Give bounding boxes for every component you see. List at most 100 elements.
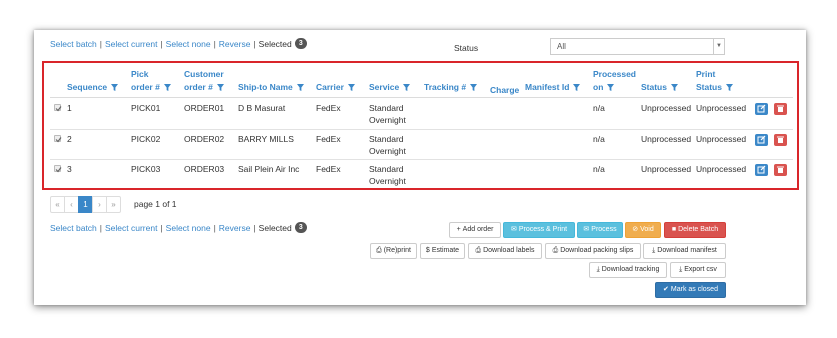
button-label: Void [640,226,654,233]
funnel-icon[interactable] [573,84,581,92]
reprint-button[interactable]: ⎙ (Re)print [370,243,417,259]
select-current-link[interactable]: Select current [105,39,157,49]
edit-icon [757,165,766,174]
edit-button[interactable] [755,134,768,146]
process-button[interactable]: ✉ Process [577,222,623,238]
printer-icon: ⎙ [376,247,382,254]
col-header-service[interactable]: Service [369,81,411,94]
funnel-icon[interactable] [403,84,411,92]
next-page-button[interactable]: › [92,196,107,213]
dollar-icon: $ [425,247,430,254]
reverse-link[interactable]: Reverse [219,39,251,49]
cell-ship-to-name: BARRY MILLS [238,134,294,144]
col-header-sequence[interactable]: Sequence [67,81,119,94]
printer-icon: ⎙ [475,247,482,254]
status-filter-value: All [557,42,566,51]
delete-button[interactable] [774,164,787,176]
col-header-status[interactable]: Status [641,81,678,94]
select-none-link[interactable]: Select none [166,223,211,233]
table-row[interactable]: 2 PICK02 ORDER02 BARRY MILLS FedEx Stand… [50,131,793,161]
select-batch-link[interactable]: Select batch [50,39,97,49]
select-batch-link[interactable]: Select batch [50,223,97,233]
funnel-icon[interactable] [470,84,478,92]
table-row[interactable]: 1 PICK01 ORDER01 D B Masurat FedEx Stand… [50,100,793,130]
row-checkbox[interactable] [54,104,62,112]
status-filter-select[interactable]: All ▼ [550,38,725,55]
button-label: Process & Print [518,226,568,233]
service-line: Standard [369,134,404,144]
select-none-link[interactable]: Select none [166,39,211,49]
funnel-icon[interactable] [347,84,355,92]
funnel-icon[interactable] [216,84,224,92]
add-order-button[interactable]: + Add order [449,222,501,238]
funnel-icon[interactable] [607,84,615,92]
mark-as-closed-button[interactable]: ✔ Mark as closed [655,282,726,298]
col-header-carrier[interactable]: Carrier [316,81,355,94]
export-csv-button[interactable]: ⤓ Export csv [670,262,726,278]
cell-carrier: FedEx [316,103,341,113]
button-label: Download manifest [657,247,717,254]
col-header-manifest-id[interactable]: Manifest Id [525,81,581,94]
funnel-icon[interactable] [163,84,171,92]
separator: | [160,222,163,233]
col-header-print-status[interactable]: Print Status [696,68,733,94]
separator: | [99,222,102,233]
edit-icon [757,104,766,113]
cell-customer-order: ORDER01 [184,103,225,113]
trash-icon: ■ [671,226,677,233]
cell-sequence: 2 [67,134,72,144]
row-checkbox[interactable] [54,165,62,173]
col-header-pick-order[interactable]: Pick order # [131,68,171,94]
row-checkbox[interactable] [54,135,62,143]
download-packing-slips-button[interactable]: ⎙ Download packing slips [545,243,641,259]
process-print-button[interactable]: ✉ Process & Print [503,222,575,238]
download-labels-button[interactable]: ⎙ Download labels [468,243,542,259]
row-divider [50,129,793,130]
col-header-customer-order[interactable]: Customer order # [184,68,224,94]
last-page-button[interactable]: » [106,196,121,213]
col-header-processed-on[interactable]: Processed on [593,68,636,94]
ban-icon: ⊘ [632,226,639,233]
select-current-link[interactable]: Select current [105,223,157,233]
funnel-icon[interactable] [296,84,304,92]
table-row[interactable]: 3 PICK03 ORDER03 Sail Plein Air Inc FedE… [50,161,793,191]
delete-button[interactable] [774,103,787,115]
download-manifest-button[interactable]: ⤓ Download manifest [643,243,726,259]
header-label: Print [696,69,716,79]
download-tracking-button[interactable]: ⤓ Download tracking [589,262,667,278]
cell-status: Unprocessed [641,164,692,174]
selection-bar-top: Select batch | Select current | Select n… [50,38,307,49]
cell-status: Unprocessed [641,134,692,144]
selected-label: Selected [258,38,292,49]
col-header-tracking[interactable]: Tracking # [424,81,478,94]
header-label: Ship-to Name [238,82,293,92]
void-button[interactable]: ⊘ Void [625,222,661,238]
check-circle-icon: ✔ [663,286,669,293]
header-label: Manifest Id [525,82,570,92]
funnel-icon[interactable] [670,84,678,92]
edit-button[interactable] [755,164,768,176]
delete-button[interactable] [774,134,787,146]
row-divider [50,159,793,160]
funnel-icon[interactable] [111,84,119,92]
button-label: Mark as closed [670,286,718,293]
button-label: Delete Batch [678,226,719,233]
edit-button[interactable] [755,103,768,115]
page-1-button[interactable]: 1 [78,196,93,213]
funnel-icon[interactable] [725,84,733,92]
col-header-charge[interactable]: Charge [490,84,519,97]
header-label: Tracking # [424,82,467,92]
prev-page-button[interactable]: ‹ [64,196,79,213]
cell-ship-to-name: Sail Plein Air Inc [238,164,300,174]
check-icon [55,106,62,112]
cell-customer-order: ORDER02 [184,134,225,144]
cell-service: Standard Overnight [369,133,406,157]
col-header-ship-to-name[interactable]: Ship-to Name [238,81,304,94]
check-icon [55,167,62,173]
estimate-button[interactable]: $ Estimate [420,243,465,259]
download-icon: ⤓ [679,266,683,273]
reverse-link[interactable]: Reverse [219,223,251,233]
first-page-button[interactable]: « [50,196,65,213]
cell-pick-order: PICK03 [131,164,161,174]
delete-batch-button[interactable]: ■ Delete Batch [664,222,726,238]
